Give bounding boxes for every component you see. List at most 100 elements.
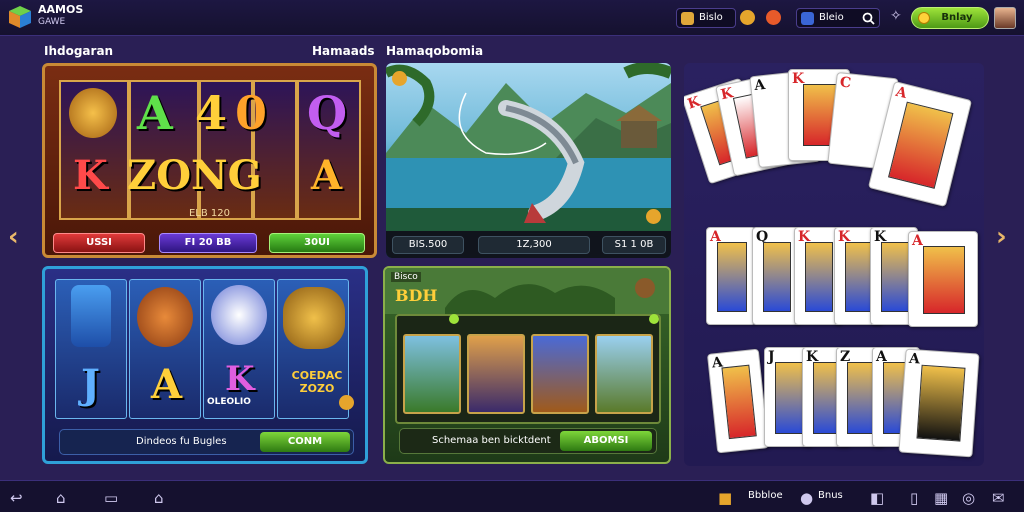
card-face-icon bbox=[888, 101, 954, 189]
logo-cube-icon bbox=[9, 6, 31, 28]
card-rank: A bbox=[753, 76, 767, 94]
card-face-icon bbox=[805, 242, 833, 312]
slot-subtitle: ELB 120 bbox=[188, 208, 230, 219]
buy-button[interactable]: Bnlay bbox=[911, 7, 989, 29]
logo-line2: GAWE bbox=[38, 17, 66, 27]
globe-icon[interactable]: ◎ bbox=[962, 489, 975, 507]
card-rank: A bbox=[894, 83, 909, 103]
slot-symbol: K bbox=[73, 152, 108, 199]
playing-card: Q bbox=[752, 227, 800, 325]
gift-icon[interactable] bbox=[766, 10, 781, 25]
fishing-game-tile[interactable]: BIS.500 1Z,300 S1 1 0B bbox=[386, 63, 671, 258]
playing-card: A bbox=[898, 348, 980, 458]
slot-button-red[interactable]: USSI bbox=[53, 233, 145, 253]
home-icon[interactable]: ⌂ bbox=[154, 489, 164, 507]
badge-icon bbox=[392, 71, 407, 86]
grid-icon[interactable]: ▦ bbox=[934, 489, 948, 507]
star-icon[interactable]: ✧ bbox=[890, 8, 902, 24]
card-game-tile[interactable]: K K A K C A A Q K K K A A J K Z A A bbox=[684, 63, 984, 466]
slot-button-purple[interactable]: FI 20 BB bbox=[159, 233, 257, 253]
balance-text: Bislo bbox=[699, 12, 723, 23]
card-face-icon bbox=[763, 242, 791, 312]
jungle-title-small: Bisco bbox=[391, 272, 421, 282]
lion-card bbox=[531, 334, 589, 414]
top-bar: AAMOS GAWE Bislo Bleio ✧ Bnlay bbox=[0, 0, 1024, 36]
section-label-left: Ihdogaran bbox=[44, 44, 114, 58]
fishing-chip[interactable]: 1Z,300 bbox=[478, 236, 590, 254]
playing-card: A bbox=[706, 348, 770, 454]
coin-icon bbox=[918, 12, 930, 24]
card-face-icon bbox=[775, 362, 803, 434]
reel-caption: COEDAC ZOZO bbox=[291, 369, 343, 395]
search-icon bbox=[862, 12, 875, 25]
back-icon[interactable]: ↩ bbox=[10, 489, 23, 507]
playing-card: A bbox=[908, 231, 978, 327]
card-face-icon bbox=[916, 364, 966, 442]
fishing-chip[interactable]: S1 1 0B bbox=[602, 236, 666, 254]
slot-symbol: K bbox=[225, 359, 255, 399]
gem-icon bbox=[449, 314, 459, 324]
jungle-play-button[interactable]: ABOMSI bbox=[560, 431, 652, 451]
jungle-game-tile[interactable]: Bisco BDH Schemaa ben bicktdent ABOMSI bbox=[383, 266, 671, 464]
info-icon[interactable] bbox=[646, 209, 661, 224]
next-arrow-icon[interactable]: › bbox=[996, 222, 1007, 252]
fishing-scene bbox=[386, 63, 671, 231]
panther-card bbox=[403, 334, 461, 414]
card-face-icon bbox=[717, 242, 747, 312]
slot-symbol: A bbox=[137, 86, 173, 140]
slot-symbol: J bbox=[81, 361, 100, 408]
rabbit-icon bbox=[211, 285, 267, 345]
info-icon[interactable] bbox=[339, 395, 354, 410]
reel-caption: OLEOLIO bbox=[207, 397, 251, 407]
phone-icon[interactable]: ▯ bbox=[910, 489, 918, 507]
card-rank: K bbox=[719, 85, 735, 104]
section-label-mid2: Hamaqobomia bbox=[386, 44, 484, 58]
jungle-bottom-bar: Schemaa ben bicktdent ABOMSI bbox=[399, 428, 657, 454]
balance-pill[interactable]: Bislo bbox=[676, 8, 736, 28]
section-label-mid1: Hamaads bbox=[312, 44, 375, 58]
card-face-icon bbox=[923, 246, 965, 314]
footer-text-1: Bbbloe bbox=[748, 490, 783, 501]
lion-icon bbox=[69, 88, 117, 138]
slot-button-green[interactable]: 30UI bbox=[269, 233, 365, 253]
controller-icon[interactable]: ⌂ bbox=[56, 489, 66, 507]
logo-line1: AAMOS bbox=[38, 3, 84, 16]
fishing-chip[interactable]: BIS.500 bbox=[392, 236, 464, 254]
buy-button-label: Bnlay bbox=[941, 12, 973, 23]
coin-icon[interactable] bbox=[740, 10, 755, 25]
user-icon[interactable]: ● bbox=[800, 489, 813, 507]
slot-symbol: 4 bbox=[195, 86, 228, 140]
card-rank: K bbox=[685, 93, 703, 113]
app-logo-text: AAMOS GAWE bbox=[38, 4, 83, 28]
card-rank: A bbox=[908, 350, 921, 368]
prev-arrow-icon[interactable]: ‹ bbox=[8, 222, 19, 252]
slot-game-tile[interactable]: A 4 0 Q K ZONG A ELB 120 USSI FI 20 BB 3… bbox=[42, 63, 377, 258]
id-icon bbox=[801, 12, 814, 25]
slot-symbol: ZONG bbox=[127, 152, 262, 199]
jungle-title: BDH bbox=[395, 286, 438, 305]
slot2-play-button[interactable]: CONM bbox=[260, 432, 350, 452]
chat-icon[interactable]: ✉ bbox=[992, 489, 1005, 507]
card-rank: J bbox=[768, 349, 775, 365]
slot-symbol: Q bbox=[307, 86, 348, 140]
playing-card: A bbox=[706, 227, 756, 325]
boar-card bbox=[595, 334, 653, 414]
slot2-bottom-bar: Dindeos fu Bugles CONM bbox=[59, 429, 354, 455]
window-icon[interactable]: ▭ bbox=[104, 489, 118, 507]
jungle-reels bbox=[395, 314, 661, 424]
search-text: Bleio bbox=[819, 12, 844, 23]
bottom-bar: ↩ ⌂ ▭ ⌂ ■ Bbbloe ● Bnus ◧ ▯ ▦ ◎ ✉ bbox=[0, 480, 1024, 512]
jungle-bar-text: Schemaa ben bicktdent bbox=[432, 435, 551, 446]
avatar[interactable] bbox=[994, 7, 1016, 29]
card-face-icon bbox=[845, 242, 873, 312]
fishing-footer: BIS.500 1Z,300 S1 1 0B bbox=[386, 231, 671, 258]
chart-icon[interactable]: ◧ bbox=[870, 489, 884, 507]
search-pill[interactable]: Bleio bbox=[796, 8, 880, 28]
tiger-icon bbox=[283, 287, 345, 349]
slot-symbol: A bbox=[151, 361, 183, 408]
footer-text-2: Bnus bbox=[818, 490, 843, 501]
animal-slot-tile[interactable]: J A K OLEOLIO COEDAC ZOZO Dindeos fu Bug… bbox=[42, 266, 368, 464]
trophy-icon[interactable]: ■ bbox=[718, 489, 732, 507]
soldier-icon bbox=[71, 285, 111, 347]
slot2-bar-text: Dindeos fu Bugles bbox=[136, 436, 227, 447]
